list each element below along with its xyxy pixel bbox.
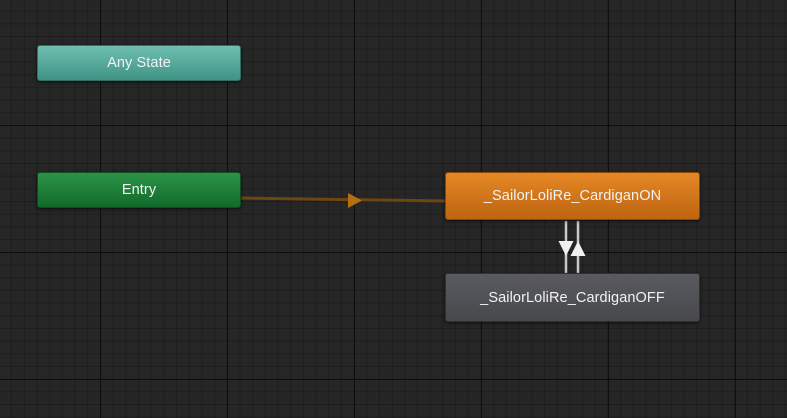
state-cardigan-on-node[interactable]: _SailorLoliRe_CardiganON xyxy=(445,172,700,220)
entry-node[interactable]: Entry xyxy=(37,172,241,208)
state-cardigan-off-label: _SailorLoliRe_CardiganOFF xyxy=(480,289,665,306)
any-state-label: Any State xyxy=(107,55,171,71)
state-cardigan-on-label: _SailorLoliRe_CardiganON xyxy=(483,188,662,204)
animator-graph-canvas[interactable]: Any State Entry _SailorLoliRe_CardiganON… xyxy=(0,0,787,418)
state-cardigan-off-node[interactable]: _SailorLoliRe_CardiganOFF xyxy=(445,273,700,322)
entry-label: Entry xyxy=(121,182,157,198)
transition-cardigan-on-to-off[interactable] xyxy=(558,221,574,273)
triangle-up-icon xyxy=(570,241,586,256)
triangle-right-icon xyxy=(348,193,362,208)
triangle-down-icon xyxy=(558,241,574,256)
transition-entry-to-cardigan-on[interactable] xyxy=(240,193,446,208)
any-state-node[interactable]: Any State xyxy=(37,45,241,81)
transition-cardigan-off-to-on[interactable] xyxy=(570,221,586,273)
